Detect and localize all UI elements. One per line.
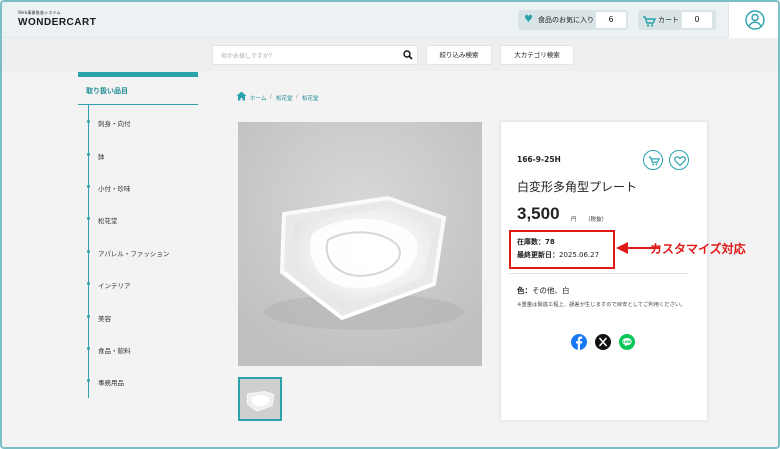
bullet-icon [87,185,90,188]
product-main-image[interactable] [238,122,482,366]
breadcrumb-home-link[interactable]: ホーム [250,94,266,102]
sidebar-item-label: アパレル・ファッション [98,250,170,258]
site-logo[interactable]: Web事業推進システム WONDERCART [18,10,96,28]
breadcrumb-current: 松花堂 [302,96,319,102]
sidebar-accent-bar [78,72,198,77]
color-value: その他、白 [532,286,570,295]
sidebar-item[interactable]: アパレル・ファッション [78,246,198,258]
sidebar-item[interactable]: 美容 [78,311,198,323]
bullet-icon [87,347,90,350]
sidebar-item-label: 鉢 [98,153,105,161]
product-color: 色：その他、白 [517,285,570,296]
bullet-icon [87,120,90,123]
breadcrumb-level1-link[interactable]: 松花堂 [276,94,293,102]
sidebar-title: 取り扱い品目 [86,87,128,95]
sidebar-item-label: 美容 [98,315,111,323]
category-search-button[interactable]: 大カテゴリ検索 [500,45,574,65]
cart-icon [642,13,657,32]
tax-note: （税抜） [585,217,608,223]
add-to-cart-button[interactable] [643,150,663,170]
search-input[interactable]: 何かお探しですか？ [212,45,418,65]
cart-button[interactable]: カート 0 [638,10,716,30]
stock-count: 在庫数：78 [517,237,555,247]
favorites-label: 食品のお気に入り [538,16,594,24]
product-price: 3,500 [517,204,560,223]
breadcrumb-separator: / [296,94,298,100]
price-unit: 円 [571,217,577,223]
sidebar-item[interactable]: インテリア [78,278,198,290]
bullet-icon [87,217,90,220]
search-bar: 何かお探しですか？ 絞り込み検索 大カテゴリ検索 [2,39,778,71]
sidebar-item-label: 小付・珍味 [98,185,131,193]
sidebar-item[interactable]: 事務用品 [78,375,198,387]
product-sku: 166-9-25H [517,155,561,164]
sidebar-item[interactable]: 松花堂 [78,213,198,225]
product-name: 白変形多角型プレート [517,180,638,194]
bullet-icon [87,153,90,156]
sidebar-item-label: 事務用品 [98,379,124,387]
product-info-card: 166-9-25H 白変形多角型プレート 3,500 円 （税抜） 在庫数：78… [501,122,707,420]
color-label: 色： [517,286,532,295]
facebook-icon [571,335,587,354]
search-placeholder: 何かお探しですか？ [221,53,275,60]
weight-note: ※重量は製造工程上、誤差が生じますので目安としてご利用ください。 [517,302,686,308]
facebook-share-button[interactable] [571,334,587,350]
updated-label: 最終更新日： [517,251,559,259]
annotation-label: カスタマイズ対応 [650,242,746,256]
account-button[interactable] [728,2,778,38]
logo-subtitle: Web事業推進システム [18,10,61,15]
cart-label: カート [658,16,679,24]
bullet-icon [87,315,90,318]
stock-label: 在庫数： [517,238,545,246]
bullet-icon [87,379,90,382]
sidebar-item[interactable]: 食品・飲料 [78,343,198,355]
x-share-button[interactable] [595,334,611,350]
site-header: Web事業推進システム WONDERCART ♥ 食品のお気に入り 6 カート … [2,2,778,38]
heart-icon: ♥ [524,14,533,25]
add-to-favorites-button[interactable] [669,150,689,170]
favorites-count: 6 [596,12,626,28]
last-updated: 最終更新日：2025.06.27 [517,250,599,260]
sidebar-item[interactable]: 鉢 [78,149,198,161]
bullet-icon [87,250,90,253]
favorites-button[interactable]: ♥ 食品のお気に入り 6 [518,10,628,30]
updated-value: 2025.06.27 [559,251,600,259]
line-icon: LINE [619,335,635,354]
line-share-button[interactable]: LINE [619,334,635,350]
app-frame: Web事業推進システム WONDERCART ♥ 食品のお気に入り 6 カート … [0,0,780,449]
cart-count: 0 [682,12,712,28]
breadcrumb-separator: / [270,94,272,100]
x-icon [595,335,611,354]
stock-value: 78 [545,238,555,246]
logo-wordmark: WONDERCART [18,17,97,28]
sidebar-item-label: 刺身・向付 [98,120,131,128]
bullet-icon [87,282,90,285]
arrow-left-icon [616,242,628,254]
sidebar-item[interactable]: 刺身・向付 [78,116,198,128]
svg-text:LINE: LINE [623,340,632,344]
divider [509,273,689,274]
sidebar-item[interactable]: 小付・珍味 [78,181,198,193]
category-sidebar: 取り扱い品目 刺身・向付 鉢 小付・珍味 松花堂 アパレル・ファッション インテ… [78,72,198,402]
sidebar-item-label: 食品・飲料 [98,347,131,355]
filter-search-button[interactable]: 絞り込み検索 [426,45,492,65]
sidebar-item-label: インテリア [98,282,131,290]
divider [78,104,198,105]
sidebar-item-label: 松花堂 [98,217,118,225]
product-thumbnail[interactable] [238,377,282,421]
